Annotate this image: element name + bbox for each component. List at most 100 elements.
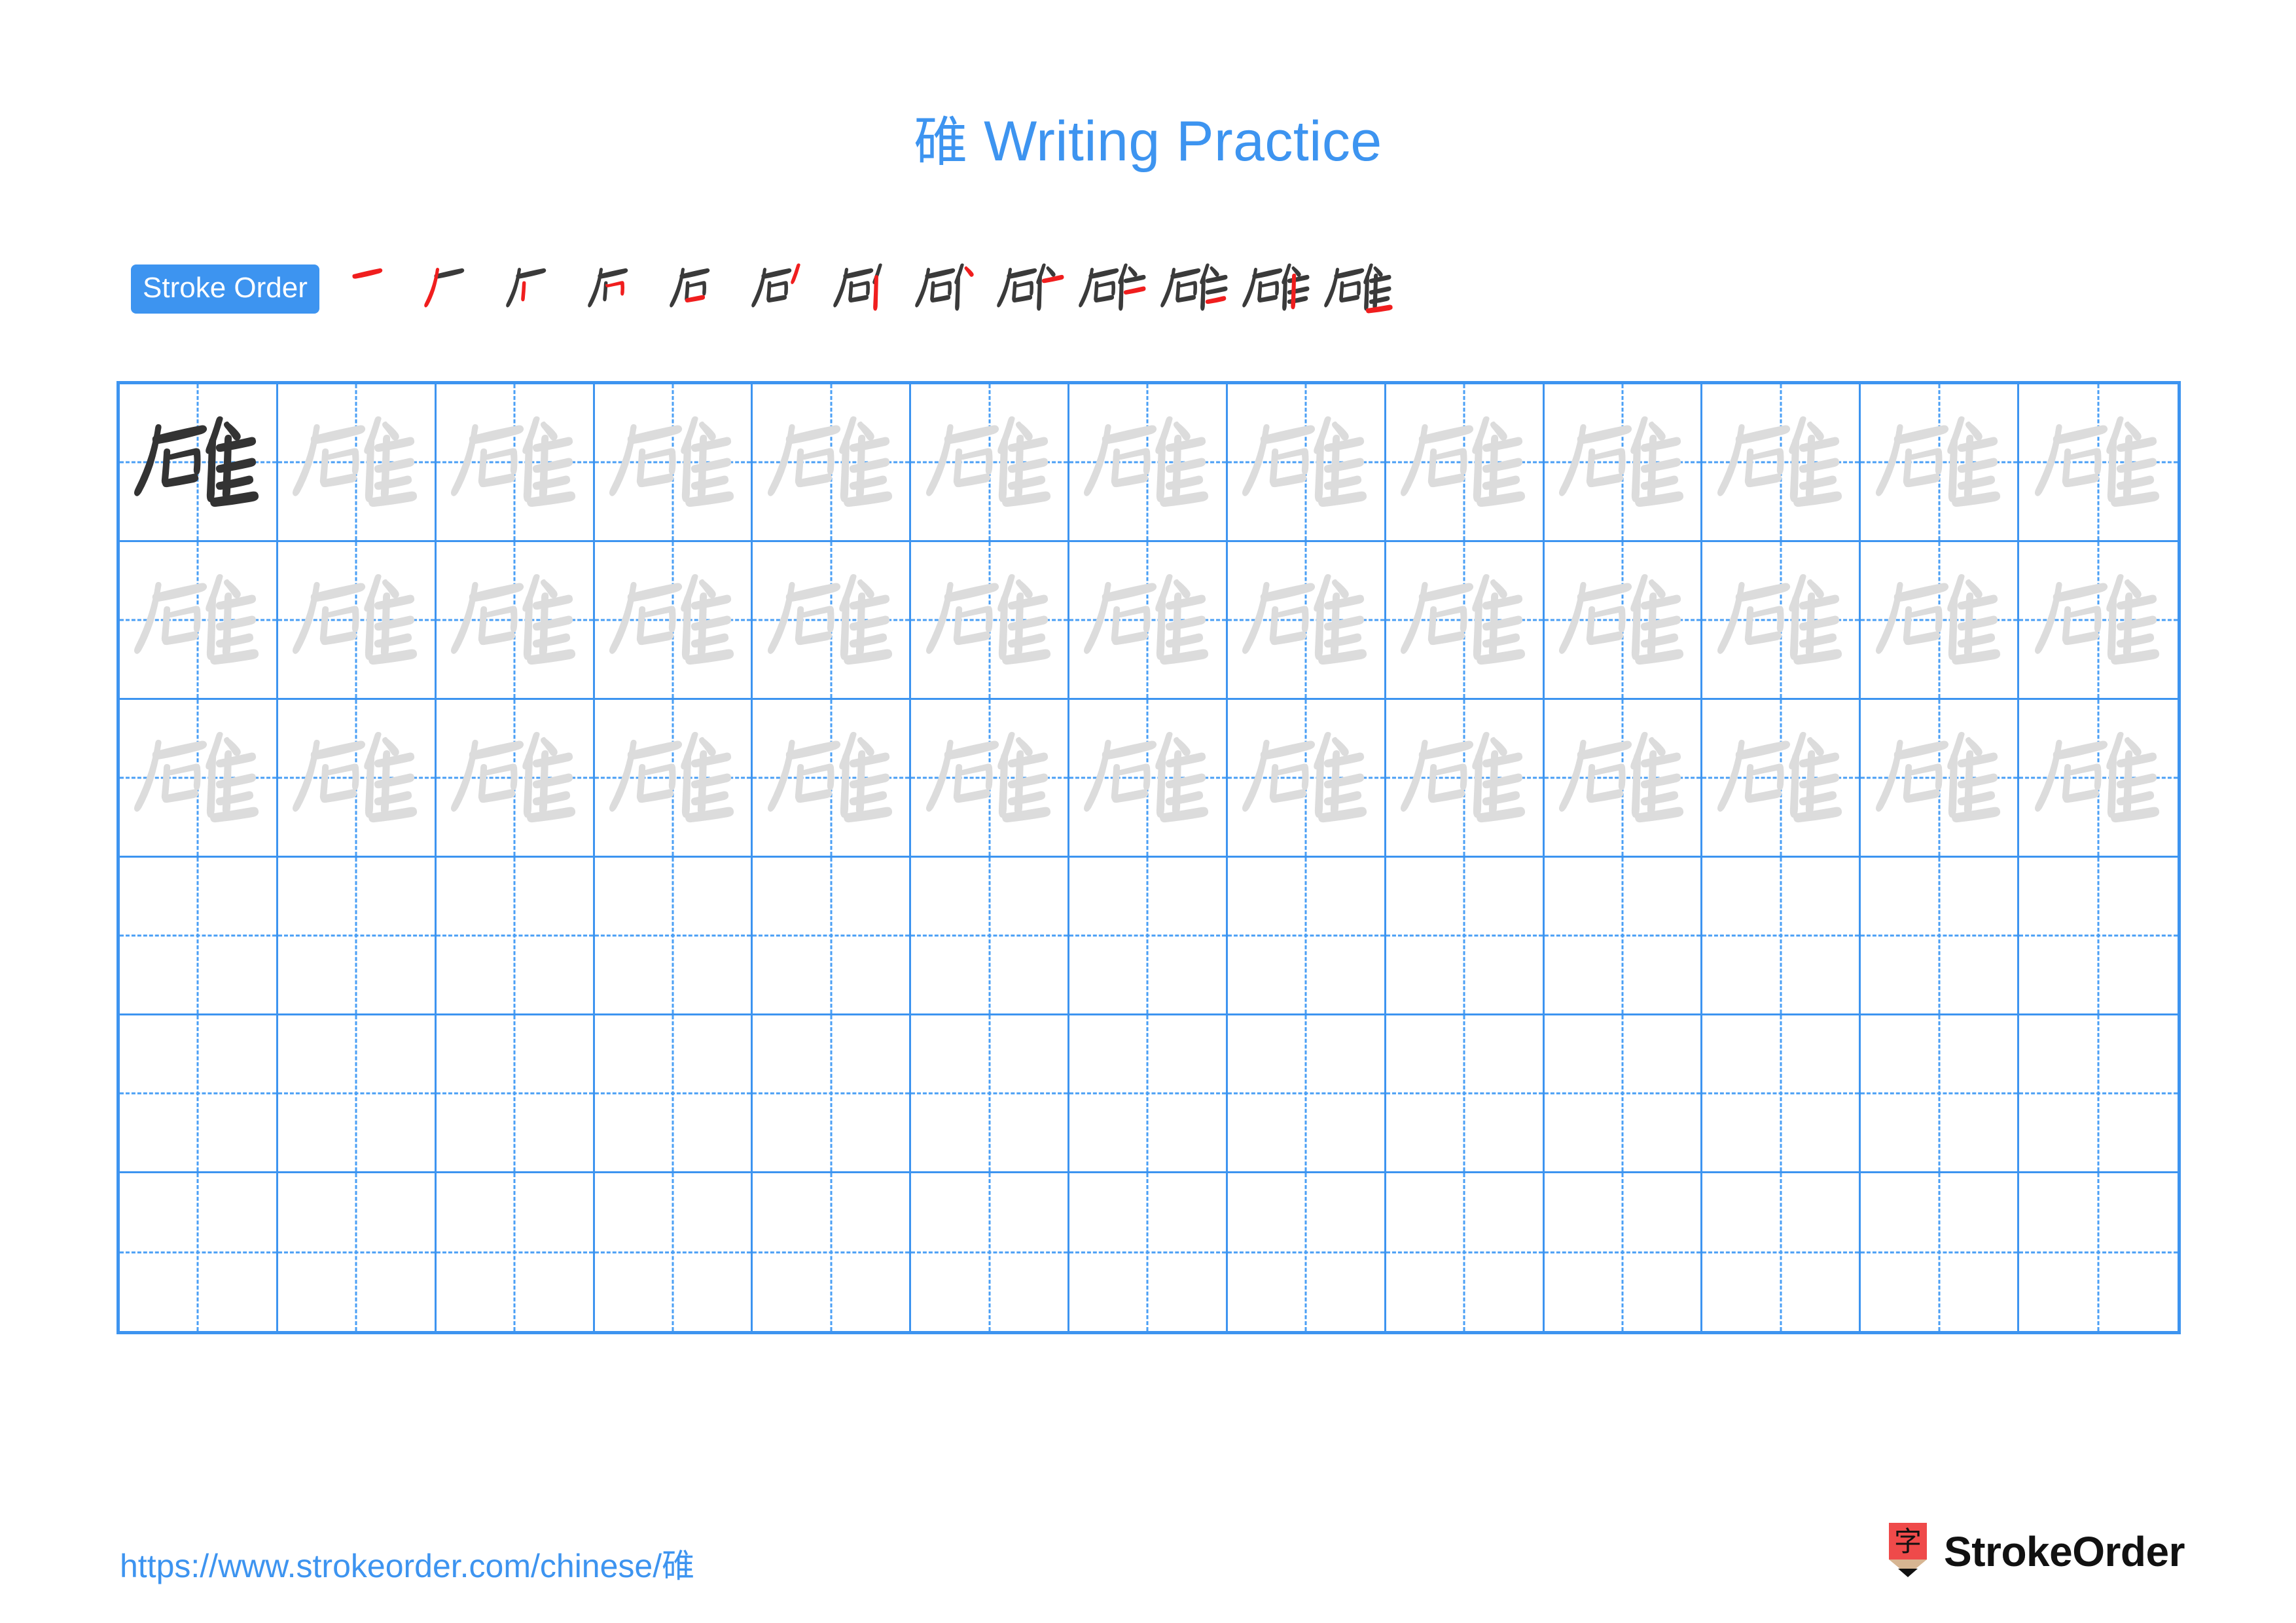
grid-cell-empty[interactable] bbox=[1545, 1173, 1703, 1331]
svg-text:字: 字 bbox=[1894, 1525, 1922, 1558]
grid-cell-trace[interactable] bbox=[911, 542, 1070, 700]
trace-character bbox=[753, 384, 909, 540]
grid-cell-trace[interactable] bbox=[436, 384, 595, 542]
grid-cell-trace[interactable] bbox=[1386, 542, 1545, 700]
grid-cell-empty[interactable] bbox=[1227, 1015, 1386, 1173]
grid-cell-model[interactable] bbox=[120, 384, 278, 542]
grid-cell-trace[interactable] bbox=[1069, 384, 1228, 542]
grid-cell-empty[interactable] bbox=[437, 1173, 595, 1331]
grid-cell-empty[interactable] bbox=[753, 1015, 912, 1173]
grid-cell-empty[interactable] bbox=[120, 1173, 278, 1331]
grid-cell-trace[interactable] bbox=[1702, 384, 1861, 542]
grid-cell-trace[interactable] bbox=[1227, 700, 1386, 858]
grid-cell-trace[interactable] bbox=[753, 700, 912, 858]
brand-logo[interactable]: 字 StrokeOrder bbox=[1886, 1523, 2185, 1580]
grid-cell-empty[interactable] bbox=[911, 1173, 1070, 1331]
trace-character bbox=[911, 542, 1067, 698]
grid-cell-empty[interactable] bbox=[911, 858, 1070, 1015]
grid-cell-empty[interactable] bbox=[753, 858, 912, 1015]
grid-cell-trace[interactable] bbox=[1386, 700, 1545, 858]
grid-cell-trace[interactable] bbox=[1861, 384, 2020, 542]
grid-cell-trace[interactable] bbox=[753, 384, 912, 542]
grid-cell-empty[interactable] bbox=[2019, 1173, 2178, 1331]
trace-character bbox=[911, 700, 1067, 856]
grid-cell-trace[interactable] bbox=[753, 542, 912, 700]
grid-cell-empty[interactable] bbox=[2019, 1015, 2178, 1173]
grid-cell-trace[interactable] bbox=[436, 542, 595, 700]
grid-cell-trace[interactable] bbox=[594, 384, 753, 542]
grid-cell-empty[interactable] bbox=[278, 1173, 437, 1331]
grid-cell-empty[interactable] bbox=[1069, 1015, 1228, 1173]
grid-cell-empty[interactable] bbox=[595, 1173, 753, 1331]
grid-cell-trace[interactable] bbox=[1227, 384, 1386, 542]
grid-cell-trace[interactable] bbox=[1386, 384, 1545, 542]
grid-cell-trace[interactable] bbox=[120, 700, 278, 858]
pencil-icon: 字 bbox=[1886, 1523, 1929, 1580]
grid-cell-empty[interactable] bbox=[594, 1015, 753, 1173]
trace-character bbox=[1861, 384, 2017, 540]
grid-cell-empty[interactable] bbox=[1069, 858, 1228, 1015]
grid-cell-empty[interactable] bbox=[1861, 1015, 2020, 1173]
grid-cell-trace[interactable] bbox=[436, 700, 595, 858]
grid-cell-empty[interactable] bbox=[1386, 858, 1545, 1015]
grid-cell-empty[interactable] bbox=[2019, 858, 2178, 1015]
trace-character bbox=[2019, 542, 2178, 698]
grid-cell-empty[interactable] bbox=[1228, 1173, 1386, 1331]
trace-character bbox=[278, 700, 435, 856]
stroke-step-6 bbox=[745, 253, 827, 325]
grid-cell-trace[interactable] bbox=[594, 700, 753, 858]
grid-cell-trace[interactable] bbox=[911, 700, 1070, 858]
grid-cell-trace[interactable] bbox=[594, 542, 753, 700]
grid-cell-trace[interactable] bbox=[278, 700, 437, 858]
grid-cell-empty[interactable] bbox=[1386, 1015, 1545, 1173]
grid-cell-empty[interactable] bbox=[1544, 858, 1703, 1015]
grid-cell-empty[interactable] bbox=[120, 858, 278, 1015]
trace-character bbox=[911, 384, 1067, 540]
trace-character bbox=[1702, 542, 1859, 698]
grid-cell-empty[interactable] bbox=[753, 1173, 912, 1331]
grid-cell-trace[interactable] bbox=[1544, 384, 1703, 542]
grid-cell-trace[interactable] bbox=[278, 542, 437, 700]
trace-character bbox=[437, 700, 593, 856]
grid-cell-empty[interactable] bbox=[278, 1015, 437, 1173]
grid-cell-trace[interactable] bbox=[1702, 542, 1861, 700]
grid-cell-empty[interactable] bbox=[1861, 858, 2020, 1015]
grid-cell-empty[interactable] bbox=[436, 858, 595, 1015]
grid-cell-trace[interactable] bbox=[1861, 542, 2020, 700]
trace-character bbox=[1069, 542, 1226, 698]
grid-cell-trace[interactable] bbox=[1544, 542, 1703, 700]
trace-character bbox=[2019, 700, 2178, 856]
grid-cell-trace[interactable] bbox=[1702, 700, 1861, 858]
grid-cell-trace[interactable] bbox=[1544, 700, 1703, 858]
grid-cell-empty[interactable] bbox=[1702, 1173, 1861, 1331]
grid-cell-empty[interactable] bbox=[1544, 1015, 1703, 1173]
grid-cell-empty[interactable] bbox=[1227, 858, 1386, 1015]
grid-cell-trace[interactable] bbox=[911, 384, 1070, 542]
source-url[interactable]: https://www.strokeorder.com/chinese/碓 bbox=[120, 1540, 694, 1587]
grid-cell-trace[interactable] bbox=[120, 542, 278, 700]
grid-cell-empty[interactable] bbox=[1386, 1173, 1545, 1331]
stroke-order-badge: Stroke Order bbox=[131, 264, 319, 314]
grid-cell-trace[interactable] bbox=[1069, 700, 1228, 858]
grid-cell-empty[interactable] bbox=[1861, 1173, 2020, 1331]
grid-cell-empty[interactable] bbox=[1702, 1015, 1861, 1173]
grid-cell-trace[interactable] bbox=[1861, 700, 2020, 858]
page-title: 碓 Writing Practice bbox=[0, 98, 2296, 176]
grid-cell-empty[interactable] bbox=[120, 1015, 278, 1173]
grid-cell-empty[interactable] bbox=[1069, 1173, 1228, 1331]
grid-cell-empty[interactable] bbox=[594, 858, 753, 1015]
trace-character bbox=[1545, 384, 1701, 540]
grid-cell-trace[interactable] bbox=[1227, 542, 1386, 700]
grid-cell-empty[interactable] bbox=[436, 1015, 595, 1173]
grid-cell-empty[interactable] bbox=[278, 858, 437, 1015]
grid-cell-empty[interactable] bbox=[911, 1015, 1070, 1173]
grid-cell-trace[interactable] bbox=[2019, 700, 2178, 858]
grid-cell-trace[interactable] bbox=[278, 384, 437, 542]
stroke-step-13 bbox=[1318, 253, 1400, 325]
grid-cell-trace[interactable] bbox=[2019, 542, 2178, 700]
grid-cell-trace[interactable] bbox=[2019, 384, 2178, 542]
grid-cell-trace[interactable] bbox=[1069, 542, 1228, 700]
trace-character bbox=[1386, 384, 1543, 540]
grid-cell-empty[interactable] bbox=[1702, 858, 1861, 1015]
trace-character bbox=[437, 542, 593, 698]
